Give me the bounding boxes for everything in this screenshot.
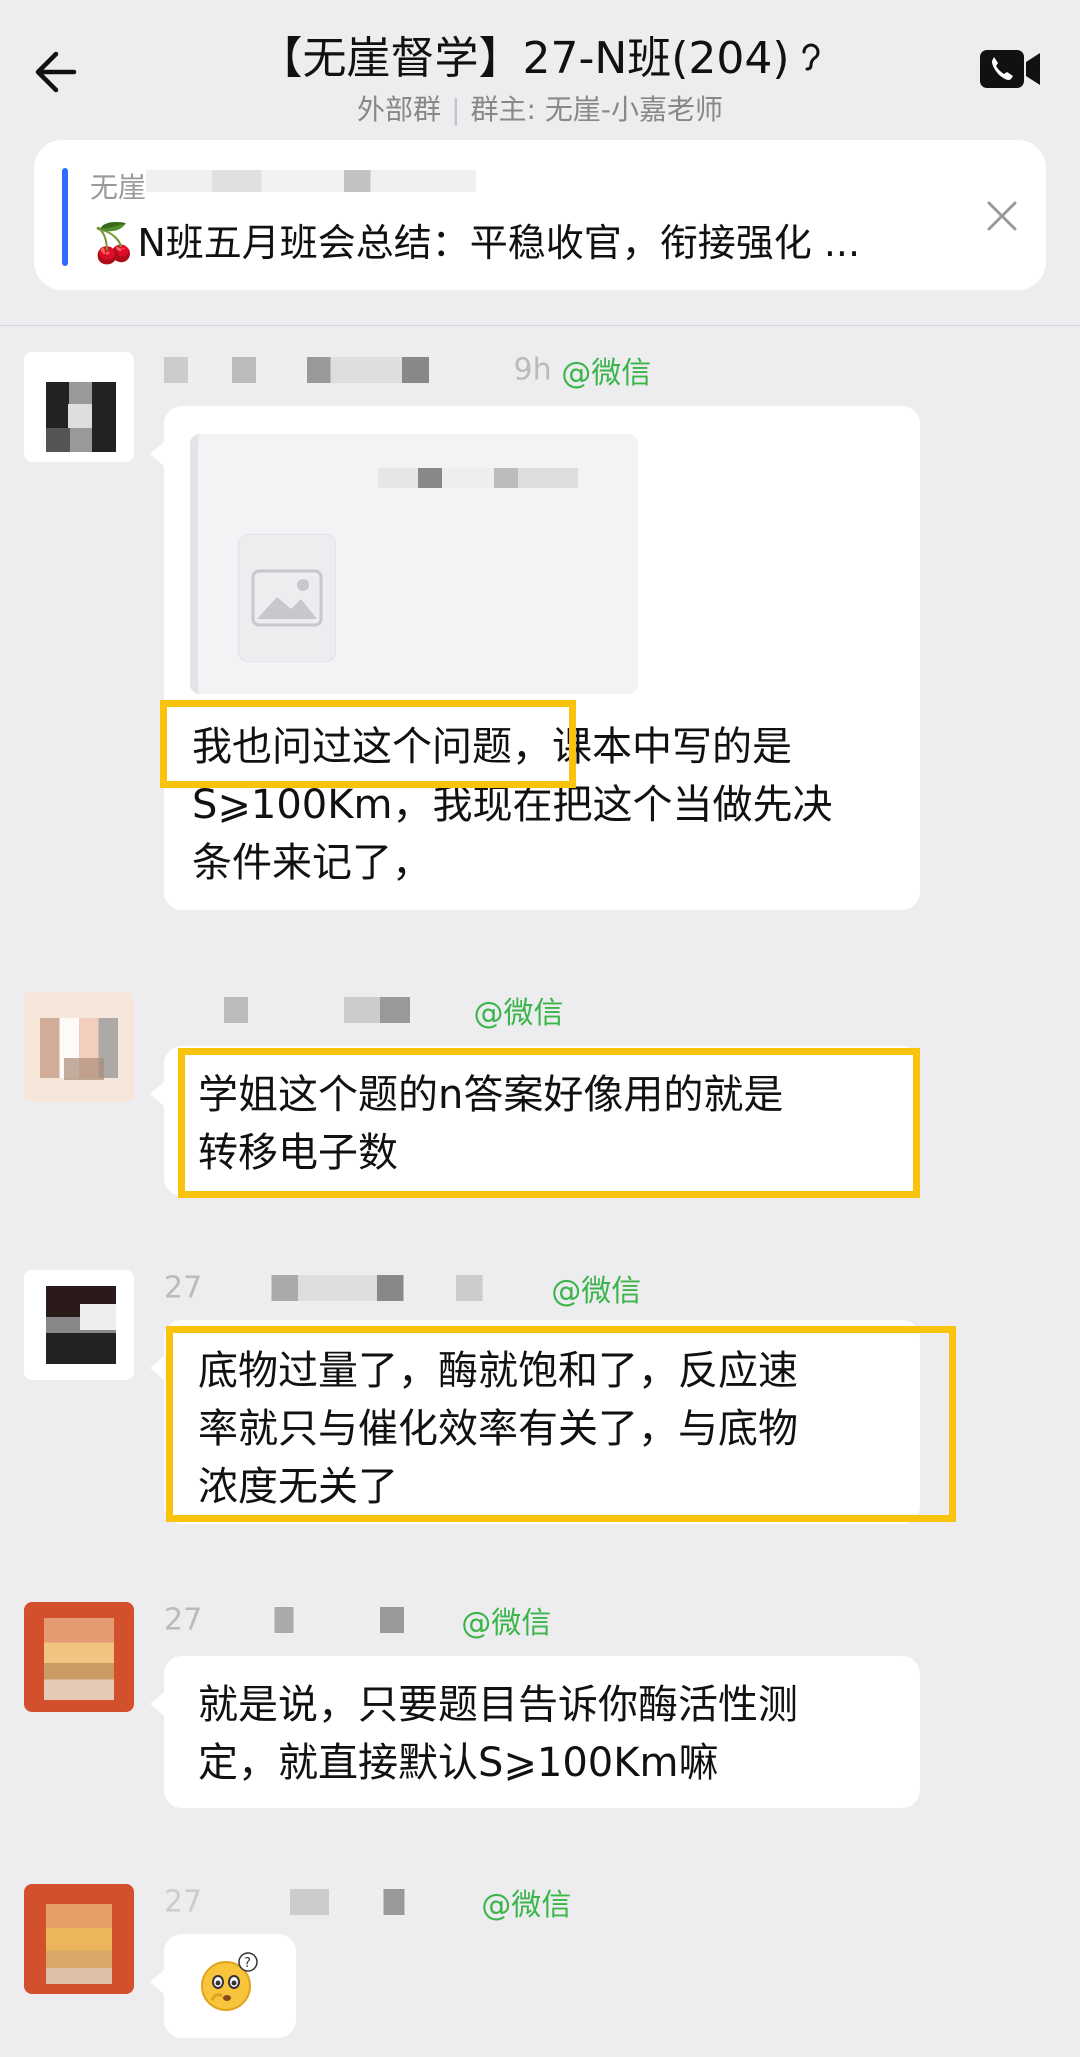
- message-line: S⩾100Km，我现在把这个当做先决: [192, 782, 833, 828]
- message-item: 9h @微信 我也问过这个问题，课本中写的是 S⩾100Km，我现在把这个当做先…: [0, 340, 1080, 920]
- sender-name-blur: [211, 1889, 472, 1915]
- message-line: 率就只与催化效率有关了，与底物: [198, 1406, 798, 1452]
- video-call-icon[interactable]: [978, 48, 1042, 90]
- avatar[interactable]: [24, 1884, 134, 1994]
- message-text: 就是说，只要题目告诉你酶活性测 定，就直接默认S⩾100Km嘛: [198, 1676, 798, 1792]
- sender-time: 9h: [513, 352, 552, 388]
- avatar[interactable]: [24, 1270, 134, 1380]
- sender-name-blur: [164, 997, 464, 1023]
- message-line: 浓度无关了: [198, 1464, 398, 1510]
- close-icon[interactable]: [984, 198, 1020, 234]
- message-text: 学姐这个题的n答案好像用的就是 转移电子数: [198, 1066, 783, 1182]
- message-line: 底物过量了，酶就饱和了，反应速: [198, 1348, 798, 1394]
- sender-meta: 27 @微信: [164, 1598, 552, 1642]
- message-item: 27 @微信 ?: [0, 1872, 1080, 2057]
- message-line: 学姐这个题的n答案好像用的就是: [198, 1072, 784, 1118]
- quoted-title-blur: [378, 468, 578, 488]
- chat-title[interactable]: 【无崖督学】27-N班(204): [0, 22, 1080, 86]
- sender-name-blur: [211, 1275, 542, 1301]
- announcement-accent-bar: [62, 168, 68, 266]
- wechat-source-label: @微信: [561, 356, 652, 391]
- wechat-source-label: @微信: [473, 996, 564, 1031]
- chat-header: 【无崖督学】27-N班(204) 外部群 | 群主: 无崖-小嘉老师 无崖 🍒N班五…: [0, 0, 1080, 326]
- avatar[interactable]: [24, 992, 134, 1102]
- sender-name-prefix: 27: [164, 1602, 203, 1638]
- chat-title-text: 【无崖督学】27-N班(204): [258, 33, 790, 84]
- message-line: 转移电子数: [198, 1130, 398, 1176]
- sender-name-blur: [211, 1607, 452, 1633]
- message-bubble[interactable]: 我也问过这个问题，课本中写的是 S⩾100Km，我现在把这个当做先决 条件来记了…: [150, 406, 920, 910]
- avatar[interactable]: [24, 1602, 134, 1712]
- message-bubble[interactable]: 底物过量了，酶就饱和了，反应速 率就只与催化效率有关了，与底物 浓度无关了: [150, 1320, 920, 1524]
- sender-meta: @微信: [164, 988, 564, 1031]
- sender-meta: 9h @微信: [164, 348, 652, 391]
- image-placeholder-icon: [251, 569, 323, 627]
- announcement-text: 🍒N班五月班会总结：平稳收官，衔接强化 ...: [90, 221, 861, 265]
- group-owner-label: 群主: 无崖-小嘉老师: [470, 93, 723, 126]
- quoted-message[interactable]: [190, 434, 638, 694]
- wechat-source-label: @微信: [461, 1606, 552, 1641]
- svg-text:?: ?: [244, 1956, 251, 1971]
- message-line: 定，就直接默认S⩾100Km嘛: [198, 1740, 719, 1786]
- help-ear-icon[interactable]: [800, 42, 822, 80]
- message-line: 条件来记了，: [192, 840, 432, 886]
- avatar[interactable]: [24, 352, 134, 462]
- message-item: 27 @微信 就是说，只要题目告诉你酶活性测 定，就直接默认S⩾100Km嘛: [0, 1590, 1080, 1820]
- sender-name-blur: [164, 357, 504, 383]
- sender-name-prefix: 27: [164, 1884, 203, 1920]
- message-item: @微信 学姐这个题的n答案好像用的就是 转移电子数: [0, 980, 1080, 1210]
- message-bubble[interactable]: ?: [150, 1934, 296, 2038]
- message-line: 我也问过这个问题，课本中写的是: [192, 724, 792, 770]
- chat-subtitle: 外部群 | 群主: 无崖-小嘉老师: [0, 88, 1080, 128]
- subtitle-divider: |: [451, 93, 461, 126]
- confused-emoji-icon: ?: [201, 1952, 258, 2011]
- wechat-source-label: @微信: [481, 1888, 572, 1923]
- external-group-label: 外部群: [357, 93, 442, 126]
- wechat-source-label: @微信: [551, 1274, 642, 1309]
- message-item: 27 @微信 底物过量了，酶就饱和了，反应速 率就只与催化效率有关了，与底物 浓…: [0, 1258, 1080, 1538]
- message-text: 我也问过这个问题，课本中写的是 S⩾100Km，我现在把这个当做先决 条件来记了…: [192, 718, 832, 892]
- sender-meta: 27 @微信: [164, 1880, 572, 1924]
- quoted-image[interactable]: [238, 534, 336, 662]
- message-line: 就是说，只要题目告诉你酶活性测: [198, 1682, 798, 1728]
- sender-meta: 27 @微信: [164, 1266, 642, 1310]
- announcement-sender: 无崖: [90, 171, 147, 204]
- sender-name-prefix: 27: [164, 1270, 203, 1306]
- announcement-sender-blur: [146, 170, 476, 192]
- pinned-announcement[interactable]: 无崖 🍒N班五月班会总结：平稳收官，衔接强化 ...: [34, 140, 1046, 290]
- message-bubble[interactable]: 就是说，只要题目告诉你酶活性测 定，就直接默认S⩾100Km嘛: [150, 1656, 920, 1808]
- message-text: 底物过量了，酶就饱和了，反应速 率就只与催化效率有关了，与底物 浓度无关了: [198, 1342, 798, 1516]
- message-bubble[interactable]: 学姐这个题的n答案好像用的就是 转移电子数: [150, 1046, 920, 1196]
